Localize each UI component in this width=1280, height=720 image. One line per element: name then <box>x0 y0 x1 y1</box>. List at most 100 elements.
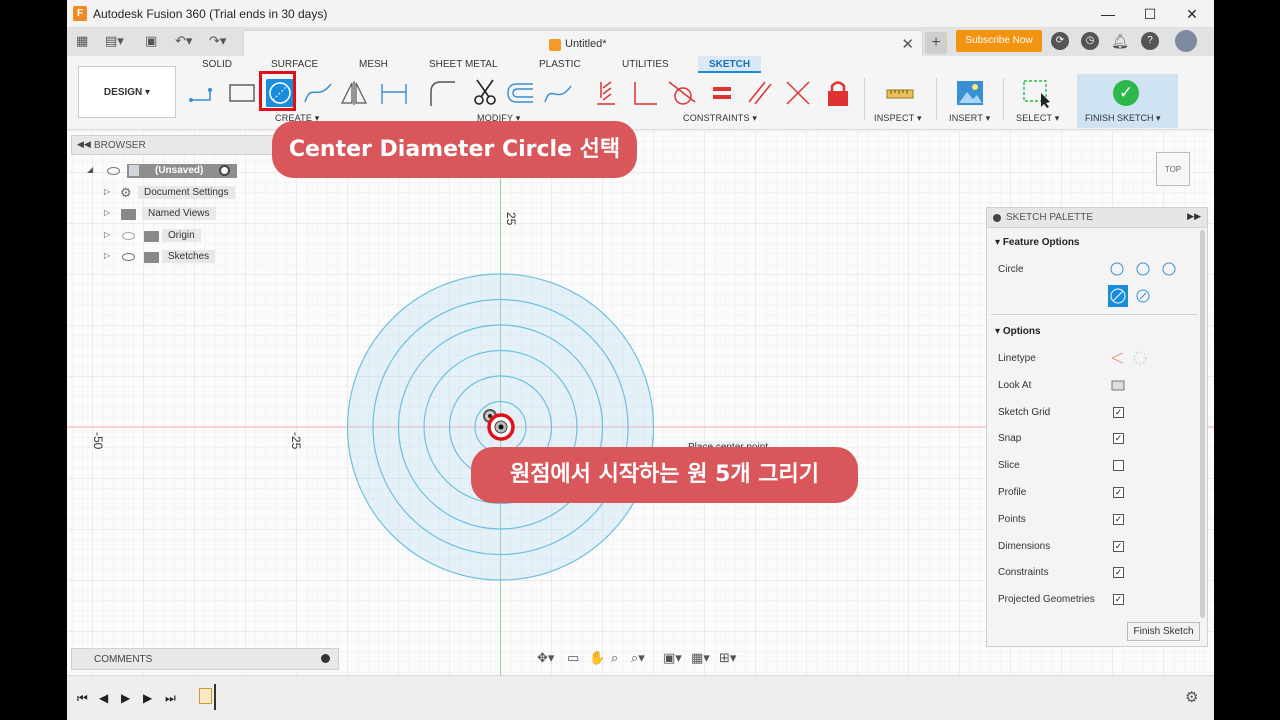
redo-icon[interactable]: ↷▾ <box>209 33 226 49</box>
sketch-timeline-item-icon[interactable] <box>199 688 212 704</box>
expand-triangle-icon[interactable]: ▷ <box>104 230 110 239</box>
tab-sheet-metal[interactable]: SHEET METAL <box>429 59 498 70</box>
minimize-button[interactable]: — <box>1093 4 1123 24</box>
spline-tool-icon[interactable] <box>303 78 333 108</box>
tangent-constraint-icon[interactable] <box>667 78 697 108</box>
step-back-icon[interactable]: ◀︎ <box>99 691 108 705</box>
tab-mesh[interactable]: MESH <box>359 59 388 70</box>
inspect-group-label[interactable]: INSPECT ▾ <box>874 113 922 124</box>
add-comment-icon[interactable] <box>321 654 330 663</box>
display-settings-icon[interactable]: ▣▾ <box>663 650 682 666</box>
tab-solid[interactable]: SOLID <box>202 59 232 70</box>
close-button[interactable]: ✕ <box>1177 4 1207 24</box>
checkbox-constraints[interactable]: ✓ <box>1113 567 1124 579</box>
browser-root[interactable]: ◢ (Unsaved) <box>87 162 237 180</box>
browser-item-named-views[interactable]: ▷ Named Views <box>104 205 254 223</box>
viewports-icon[interactable]: ⊞▾ <box>719 650 736 666</box>
timeline-settings-gear-icon[interactable]: ⚙ <box>1185 688 1198 706</box>
job-status-icon[interactable]: ◷ <box>1081 32 1099 50</box>
rectangle-tool-icon[interactable] <box>227 78 257 108</box>
new-tab-button[interactable]: + <box>925 32 947 54</box>
avatar[interactable] <box>1175 30 1197 52</box>
checkbox-slice[interactable] <box>1113 460 1124 472</box>
midpoint-constraint-icon[interactable] <box>783 78 813 108</box>
center-diameter-circle-icon[interactable] <box>1108 285 1128 307</box>
fix-constraint-icon[interactable] <box>823 78 853 108</box>
checkbox-points[interactable]: ✓ <box>1113 513 1124 525</box>
extensions-icon[interactable]: ⟳ <box>1051 32 1069 50</box>
close-tab-icon[interactable]: ✕ <box>901 35 914 53</box>
equal-constraint-icon[interactable] <box>707 78 737 108</box>
coincident-constraint-icon[interactable] <box>593 78 623 108</box>
expand-triangle-icon[interactable]: ▷ <box>104 187 110 196</box>
trim-tool-icon[interactable] <box>471 78 501 108</box>
checkbox-profile[interactable]: ✓ <box>1113 487 1124 498</box>
grid-settings-icon[interactable]: ▦▾ <box>691 650 710 666</box>
visibility-eye-icon[interactable] <box>107 167 120 175</box>
expand-triangle-icon[interactable]: ▷ <box>104 251 110 260</box>
workspace-switcher[interactable]: DESIGN ▾ <box>78 66 176 118</box>
tab-sketch[interactable]: SKETCH <box>698 56 761 73</box>
collapse-arrows-icon[interactable]: ◀◀ <box>77 139 91 150</box>
sketch-scale-tool-icon[interactable] <box>543 78 573 108</box>
expand-triangle-icon[interactable]: ▷ <box>104 208 110 217</box>
orbit-icon[interactable]: ✥▾ <box>537 650 554 666</box>
step-forward-icon[interactable]: ▶︎ <box>143 691 152 705</box>
mirror-tool-icon[interactable] <box>339 78 369 108</box>
insert-image-icon[interactable] <box>955 78 985 108</box>
fillet-tool-icon[interactable] <box>427 78 457 108</box>
checkbox-dimensions[interactable]: ✓ <box>1113 540 1124 552</box>
finish-sketch-button[interactable]: ✓ FINISH SKETCH ▾ <box>1077 74 1178 128</box>
palette-scrollbar[interactable] <box>1200 230 1205 618</box>
fit-icon[interactable]: ⌕▾ <box>631 650 645 666</box>
sketch-palette-header[interactable]: SKETCH PALETTE ▶▶ <box>987 208 1207 228</box>
perpendicular-constraint-icon[interactable] <box>629 78 659 108</box>
viewcube[interactable]: TOP <box>1156 152 1190 186</box>
hidden-eye-icon[interactable] <box>122 232 135 240</box>
maximize-button[interactable]: ☐ <box>1135 4 1165 24</box>
app-grid-icon[interactable]: ▦ <box>76 33 88 49</box>
visibility-eye-icon[interactable] <box>122 253 135 261</box>
linetype-icons[interactable] <box>1111 351 1147 365</box>
browser-item-sketches[interactable]: ▷ Sketches <box>104 248 254 266</box>
look-at-icon[interactable]: ▭ <box>567 650 579 666</box>
browser-item-origin[interactable]: ▷ Origin <box>104 227 254 245</box>
expand-arrows-icon[interactable]: ▶▶ <box>1187 211 1201 222</box>
tab-utilities[interactable]: UTILITIES <box>622 59 669 70</box>
measure-icon[interactable] <box>885 78 915 108</box>
origin-marker-icon[interactable] <box>481 404 521 444</box>
browser-item-document-settings[interactable]: ▷ ⚙ Document Settings <box>104 184 254 202</box>
options-section[interactable]: ▾ Options <box>995 326 1041 337</box>
look-at-icon[interactable] <box>1111 379 1125 391</box>
timeline-marker[interactable] <box>214 684 216 710</box>
checkbox-snap[interactable]: ✓ <box>1113 433 1124 445</box>
zoom-icon[interactable]: ⌕ <box>611 650 618 666</box>
parallel-constraint-icon[interactable] <box>745 78 775 108</box>
select-tool-icon[interactable] <box>1021 78 1051 108</box>
go-to-start-icon[interactable]: ⏮ <box>77 691 88 706</box>
play-icon[interactable]: ▶︎ <box>121 691 130 705</box>
checkbox-sketch-grid[interactable]: ✓ <box>1113 406 1124 418</box>
three-point-circle-icon[interactable] <box>1162 262 1176 276</box>
offset-tool-icon[interactable] <box>505 78 535 108</box>
feature-options-section[interactable]: ▾ Feature Options <box>995 237 1080 248</box>
pan-icon[interactable]: ✋ <box>589 650 605 666</box>
document-tab[interactable]: Untitled* ✕ <box>243 30 923 57</box>
subscribe-button[interactable]: Subscribe Now <box>956 30 1042 52</box>
dimension-tool-icon[interactable] <box>379 78 409 108</box>
undo-icon[interactable]: ↶▾ <box>175 33 192 49</box>
finish-sketch-palette-button[interactable]: Finish Sketch <box>1127 622 1200 641</box>
checkbox-projected-geometries[interactable]: ✓ <box>1113 594 1124 606</box>
tangent-circle-icon[interactable] <box>1136 289 1150 303</box>
save-icon[interactable]: ▣ <box>145 33 157 49</box>
select-group-label[interactable]: SELECT ▾ <box>1016 113 1059 124</box>
line-tool-icon[interactable] <box>188 78 218 108</box>
constraints-group-label[interactable]: CONSTRAINTS ▾ <box>683 113 757 124</box>
help-icon[interactable]: ? <box>1141 32 1159 50</box>
activate-radio-icon[interactable] <box>219 165 230 176</box>
expand-triangle-icon[interactable]: ◢ <box>87 165 93 174</box>
tab-surface[interactable]: SURFACE <box>271 59 318 70</box>
comments-panel[interactable]: COMMENTS <box>71 648 339 670</box>
insert-group-label[interactable]: INSERT ▾ <box>949 113 990 124</box>
center-radius-circle-icon[interactable] <box>1110 262 1124 276</box>
